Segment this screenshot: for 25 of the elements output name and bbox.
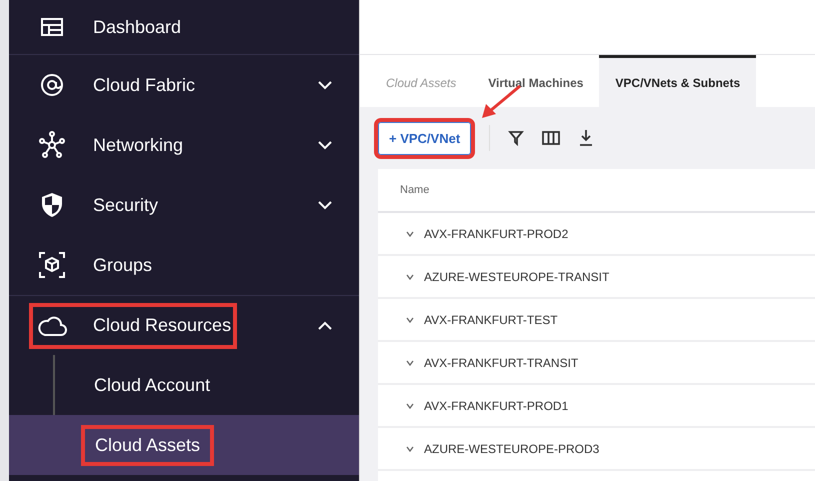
sidebar-item[interactable]: Networking: [93, 134, 233, 156]
download-icon[interactable]: [578, 129, 594, 147]
table-cell: AVX-FRANKFURT-TRANSIT: [424, 356, 578, 370]
table-cell: AZURE-WESTEUROPE-PROD3: [424, 442, 600, 456]
table-cell: AVX-FRANKFURT-PROD2: [424, 226, 568, 240]
sidebar-subitem[interactable]: Cloud Account: [84, 368, 220, 402]
cloud-icon: [37, 314, 67, 336]
table-cell: AVX-FRANKFURT-TEST: [424, 312, 558, 326]
table-cell: AVX-FRANKFURT-PROD1: [424, 398, 568, 412]
sidebar-item[interactable]: Dashboard: [93, 16, 339, 38]
column-header[interactable]: Name: [400, 184, 430, 196]
sidebar-item[interactable]: Groups: [93, 254, 339, 276]
table-cell: AZURE-WESTEUROPE-TRANSIT: [424, 270, 610, 284]
dashboard-icon: [41, 18, 63, 36]
cube-icon: [38, 251, 66, 279]
at-sign-icon: [40, 73, 64, 97]
tab[interactable]: VPC/VNets & Subnets: [599, 55, 756, 107]
shield-icon: [41, 192, 63, 218]
filter-icon[interactable]: [508, 130, 524, 146]
sidebar-item[interactable]: Cloud Resources: [93, 315, 233, 336]
columns-icon[interactable]: [542, 131, 560, 145]
tab[interactable]: Virtual Machines: [472, 55, 600, 107]
sidebar-item[interactable]: Cloud Fabric: [93, 74, 233, 96]
sidebar-item[interactable]: Security: [93, 194, 233, 216]
network-icon: [38, 131, 66, 159]
